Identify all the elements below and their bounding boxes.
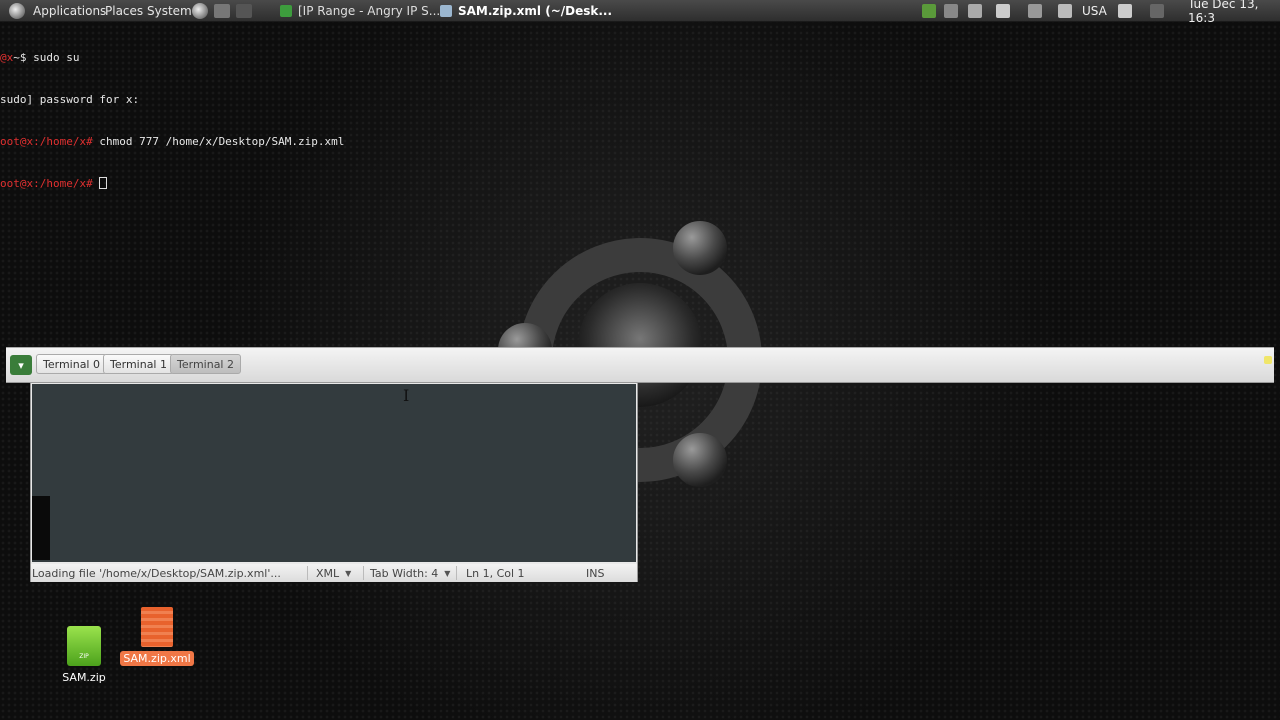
terminal-prompt: oot@x <box>0 135 34 148</box>
language-selector[interactable]: XML ▼ <box>316 564 351 582</box>
editor-text-area[interactable] <box>32 384 636 562</box>
status-divider <box>363 566 364 580</box>
tab-width-selector[interactable]: Tab Width: 4 ▼ <box>370 564 450 582</box>
ubuntu-menu-icon[interactable] <box>9 3 25 19</box>
terminal-tab-bar: ▾ Terminal 0 Terminal 1 Terminal 2 <box>6 347 1274 383</box>
applications-menu[interactable]: Applications <box>33 0 106 22</box>
terminal-line: @x~$ sudo su <box>0 51 1280 65</box>
terminal-cursor <box>99 177 108 189</box>
places-menu[interactable]: Places <box>105 0 143 22</box>
language-label: XML <box>316 566 340 580</box>
text-editor-window: Loading file '/home/x/Desktop/SAM.zip.xm… <box>30 382 638 582</box>
resize-grip-icon[interactable] <box>1264 356 1272 364</box>
network-signal-icon[interactable] <box>944 4 958 18</box>
terminal-prompt: oot@x <box>0 177 34 190</box>
logo-ball-bottom <box>673 433 727 487</box>
cursor-position: Ln 1, Col 1 <box>466 566 525 580</box>
terminal-command: sudo] password for x: <box>0 93 140 106</box>
editor-statusbar: Loading file '/home/x/Desktop/SAM.zip.xm… <box>31 564 637 582</box>
editor-gutter <box>32 496 50 560</box>
desktop-icon-sam-zip-xml[interactable]: SAM.zip.xml <box>117 607 197 666</box>
firefox-launcher-icon[interactable] <box>192 3 208 19</box>
terminal-line: oot@x:/home/x# chmod 777 /home/x/Desktop… <box>0 135 1280 149</box>
terminal-line: sudo] password for x: <box>0 93 1280 107</box>
chevron-down-icon: ▼ <box>444 568 451 578</box>
update-notifier-icon[interactable] <box>922 4 936 18</box>
xml-file-icon <box>141 607 173 647</box>
task-label: [IP Range - Angry IP S... <box>298 4 441 18</box>
task-angry-ip-scanner[interactable]: [IP Range - Angry IP S... <box>280 0 440 22</box>
task-label: SAM.zip.xml (~/Desk... <box>458 4 613 18</box>
desktop-icon-label: SAM.zip.xml <box>120 651 194 666</box>
pen-icon[interactable] <box>1058 4 1072 18</box>
logo-ball-top <box>673 221 727 275</box>
screenshot-launcher-icon[interactable] <box>236 4 252 18</box>
terminal-prompt: @x <box>0 51 14 64</box>
stop-icon[interactable] <box>996 4 1010 18</box>
status-message: Loading file '/home/x/Desktop/SAM.zip.xm… <box>32 566 281 580</box>
tab-terminal-2[interactable]: Terminal 2 <box>170 354 241 374</box>
terminal-output[interactable]: @x~$ sudo su sudo] password for x: oot@x… <box>0 23 1280 205</box>
tab-terminal-0[interactable]: Terminal 0 <box>36 354 107 374</box>
tab-terminal-1[interactable]: Terminal 1 <box>103 354 174 374</box>
volume-icon[interactable] <box>1118 4 1132 18</box>
tab-width-label: Tab Width: 4 <box>370 566 439 580</box>
mail-icon[interactable] <box>1150 4 1164 18</box>
top-panel: Applications Places System [IP Range - A… <box>0 0 1280 25</box>
terminal-path: :/home/x# <box>33 177 93 190</box>
task-sam-zip-xml[interactable]: SAM.zip.xml (~/Desk... <box>440 0 612 22</box>
terminal-command <box>93 177 100 190</box>
chevron-down-icon: ▼ <box>345 568 352 578</box>
app-launcher-icon[interactable] <box>214 4 230 18</box>
desktop-icon-sam-zip[interactable]: SAM.zip <box>44 626 124 685</box>
insert-mode: INS <box>586 566 605 580</box>
angry-ip-scanner-icon <box>280 5 292 17</box>
keyboard-layout-indicator[interactable]: USA <box>1082 0 1107 22</box>
terminal-line: oot@x:/home/x# <box>0 177 1280 191</box>
system-menu[interactable]: System <box>147 0 192 22</box>
terminal-path: :/home/x# <box>33 135 93 148</box>
zip-file-icon <box>67 626 101 666</box>
terminal-command: chmod 777 /home/x/Desktop/SAM.zip.xml <box>92 135 345 148</box>
status-divider <box>307 566 308 580</box>
bluetooth-icon[interactable] <box>1028 4 1042 18</box>
status-divider <box>456 566 457 580</box>
desktop-icon-label: SAM.zip <box>62 671 106 684</box>
text-editor-icon <box>440 5 452 17</box>
mouse-ibeam-cursor-icon: I <box>403 386 410 405</box>
clock[interactable]: Tue Dec 13, 16:3 <box>1188 0 1280 25</box>
terminal-app-icon[interactable]: ▾ <box>10 355 32 375</box>
battery-icon[interactable] <box>968 4 982 18</box>
terminal-command: ~$ sudo su <box>13 51 80 64</box>
